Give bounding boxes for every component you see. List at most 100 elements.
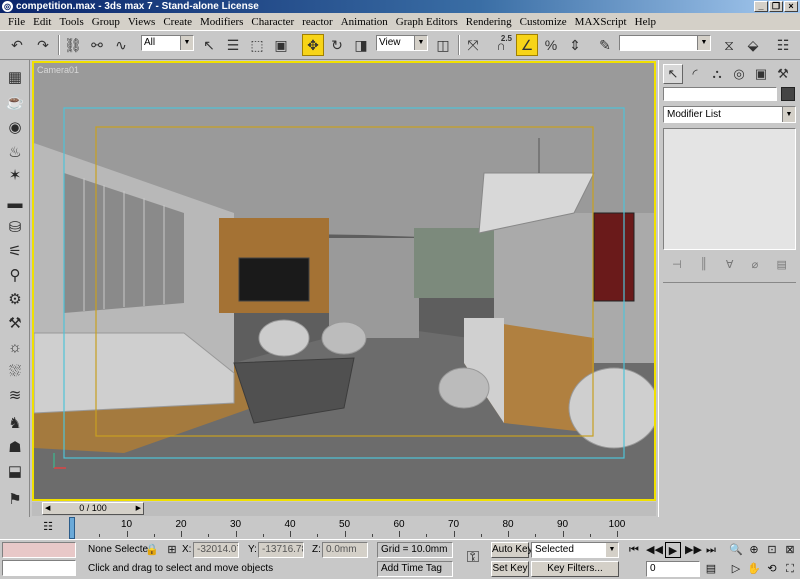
menu-create[interactable]: Create (159, 16, 196, 28)
window-crossing-icon[interactable]: ▣ (270, 34, 292, 56)
frame-ruler[interactable]: 0102030405060708090100 (69, 517, 632, 539)
show-end-result-icon[interactable]: ║ (700, 258, 708, 270)
rectangular-selection-icon[interactable]: ⬚ (246, 34, 268, 56)
select-and-link-icon[interactable]: ⛓ (62, 34, 84, 56)
previous-frame-icon[interactable]: ◀ (45, 503, 50, 514)
wrench-icon[interactable]: ⚒ (4, 312, 26, 334)
spinner-snap-icon[interactable]: ⇕ (564, 34, 586, 56)
remove-modifier-icon[interactable]: ⌀ (752, 258, 759, 271)
field-of-view-icon[interactable]: ▷ (728, 561, 744, 577)
maximize-viewport-icon[interactable]: ⛶ (782, 561, 798, 577)
menu-modifiers[interactable]: Modifiers (196, 16, 247, 28)
lock-icon[interactable]: 🔒 (144, 542, 160, 558)
cloth-icon[interactable]: ⛆ (4, 360, 26, 382)
zoom-all-icon[interactable]: ⊕ (746, 542, 762, 558)
select-by-name-icon[interactable]: ☰ (222, 34, 244, 56)
edit-named-selections-icon[interactable]: ✎ (594, 34, 616, 56)
select-object-icon[interactable]: ↖ (198, 34, 220, 56)
angle-snap-icon[interactable]: ∠ (516, 34, 538, 56)
render-icon[interactable]: ⚑ (4, 488, 26, 510)
zoom-icon[interactable]: 🔍 (728, 542, 744, 558)
current-frame-field[interactable]: 0 (646, 561, 700, 577)
trash-icon[interactable]: ⬓ (4, 460, 26, 482)
menu-customize[interactable]: Customize (516, 16, 571, 28)
menu-views[interactable]: Views (124, 16, 159, 28)
go-to-start-icon[interactable]: ⏮ (626, 542, 642, 558)
modifier-icon[interactable]: ⚟ (4, 240, 26, 262)
modifier-list-dropdown[interactable]: Modifier List ▼ (663, 106, 796, 123)
time-configuration-icon[interactable]: ▤ (703, 561, 719, 577)
camera-icon[interactable]: ▬ (4, 192, 26, 214)
undo-icon[interactable]: ↶ (6, 34, 28, 56)
menu-file[interactable]: File (4, 16, 29, 28)
named-selection-sets-dropdown[interactable]: ▼ (619, 35, 711, 51)
modify-tab-icon[interactable]: ◜ (685, 64, 705, 84)
display-tab-icon[interactable]: ▣ (751, 64, 771, 84)
zoom-extents-all-icon[interactable]: ⊠ (782, 542, 798, 558)
mirror-icon[interactable]: ⧖ (718, 34, 740, 56)
absolute-mode-icon[interactable]: ⊞ (164, 542, 180, 558)
lights-icon[interactable]: ♨ (4, 141, 26, 163)
time-slider[interactable]: ◀ 0 / 100 ▶ (32, 502, 656, 516)
biped-icon[interactable]: ♞ (4, 412, 26, 434)
menu-animation[interactable]: Animation (337, 16, 392, 28)
time-slider-thumb[interactable]: ◀ 0 / 100 ▶ (42, 502, 144, 515)
menu-tools[interactable]: Tools (55, 16, 87, 28)
helpers-icon[interactable]: ✶ (4, 164, 26, 186)
teapot-icon[interactable]: ☕ (4, 91, 26, 113)
percent-snap-icon[interactable]: % (540, 34, 562, 56)
pin-stack-icon[interactable]: ⊣ (672, 258, 682, 271)
x-coordinate-field[interactable]: -32014.078 (193, 542, 239, 558)
create-tab-icon[interactable]: ↖ (663, 64, 683, 84)
make-unique-icon[interactable]: ∀ (726, 258, 734, 271)
curve-editor-icon[interactable]: ☷ (40, 519, 56, 535)
bind-to-space-warp-icon[interactable]: ∿ (110, 34, 132, 56)
use-pivot-center-icon[interactable]: ◫ (432, 34, 454, 56)
layer-manager-icon[interactable]: ☷ (772, 34, 794, 56)
menu-help[interactable]: Help (631, 16, 660, 28)
track-bar[interactable]: ☷ 0102030405060708090100 (0, 517, 800, 539)
select-and-rotate-icon[interactable]: ↻ (326, 34, 348, 56)
z-coordinate-field[interactable]: 0.0mm (322, 542, 368, 558)
close-button[interactable]: × (784, 1, 798, 12)
box-icon[interactable]: ▦ (4, 66, 26, 88)
current-frame-marker[interactable] (69, 517, 75, 539)
object-name-field[interactable] (663, 87, 777, 101)
pan-icon[interactable]: ✋ (746, 561, 762, 577)
gear-icon[interactable]: ⚙ (4, 288, 26, 310)
key-mode-dropdown[interactable]: Selected ▼ (531, 542, 619, 558)
key-filters-button[interactable]: Key Filters... (531, 561, 619, 577)
select-and-move-icon[interactable]: ✥ (302, 34, 324, 56)
previous-frame-icon[interactable]: ◀◀ (646, 542, 663, 558)
object-color-swatch[interactable] (781, 87, 795, 101)
menu-edit[interactable]: Edit (29, 16, 55, 28)
select-and-scale-icon[interactable]: ◨ (350, 34, 372, 56)
menu-rendering[interactable]: Rendering (462, 16, 516, 28)
menu-graph-editors[interactable]: Graph Editors (392, 16, 462, 28)
reactor-icon[interactable]: ☼ (4, 336, 26, 358)
modifier-stack[interactable] (663, 128, 796, 250)
next-frame-icon[interactable]: ▶ (136, 503, 141, 514)
unlink-selection-icon[interactable]: ⚯ (86, 34, 108, 56)
hierarchy-tab-icon[interactable]: ⛬ (707, 64, 727, 84)
go-to-end-icon[interactable]: ⏭ (703, 542, 719, 558)
key-icon[interactable]: ⚿ (460, 550, 486, 566)
sphere-icon[interactable]: ◉ (4, 116, 26, 138)
physique-icon[interactable]: ☗ (4, 436, 26, 458)
menu-reactor[interactable]: reactor (298, 16, 337, 28)
wave-icon[interactable]: ≋ (4, 384, 26, 406)
utilities-tab-icon[interactable]: ⚒ (773, 64, 793, 84)
selection-filter-dropdown[interactable]: All ▼ (141, 35, 194, 51)
reference-coordinate-dropdown[interactable]: View ▼ (376, 35, 428, 51)
redo-icon[interactable]: ↷ (32, 34, 54, 56)
motion-tab-icon[interactable]: ◎ (729, 64, 749, 84)
menu-character[interactable]: Character (247, 16, 298, 28)
configure-modifier-sets-icon[interactable]: ▤ (776, 258, 786, 271)
camera-viewport[interactable]: Camera01 (32, 61, 656, 501)
auto-key-button[interactable]: Auto Key (491, 542, 533, 558)
minimize-button[interactable]: _ (754, 1, 768, 12)
restore-button[interactable]: ❐ (769, 1, 783, 12)
cylinder-icon[interactable]: ⛁ (4, 216, 26, 238)
bend-icon[interactable]: ⚲ (4, 264, 26, 286)
maxscript-mini-listener[interactable] (2, 560, 76, 576)
